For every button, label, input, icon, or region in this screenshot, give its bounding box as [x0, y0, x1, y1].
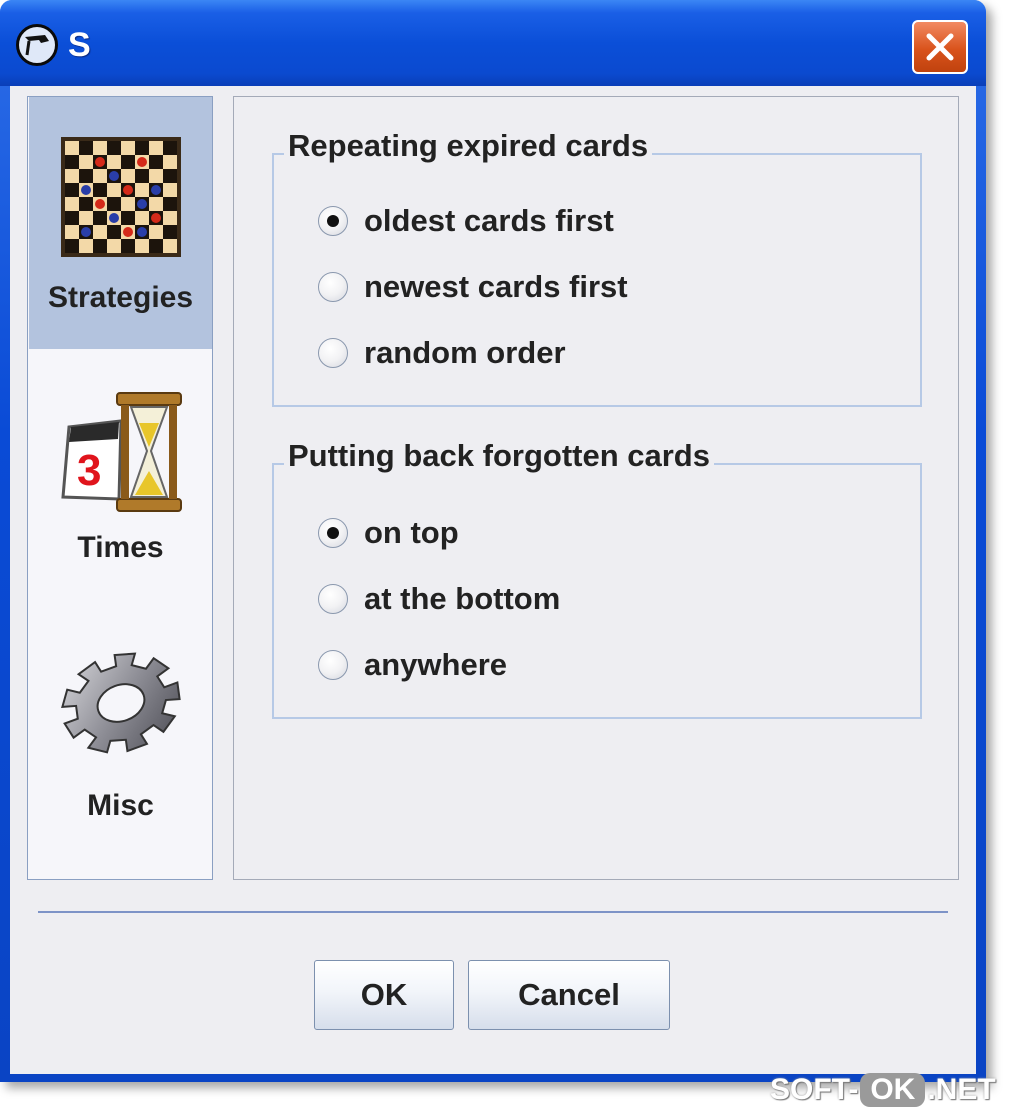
watermark-right: .NET [927, 1073, 996, 1106]
radio-button[interactable] [318, 272, 348, 302]
radio-label[interactable]: anywhere [364, 647, 507, 683]
watermark-left: SOFT- [770, 1073, 859, 1106]
close-icon [926, 33, 954, 61]
app-icon [16, 24, 58, 66]
dialog-body: Strategies 3 Times Misc Repeating expire… [10, 86, 976, 1074]
cancel-button[interactable]: Cancel [468, 960, 670, 1030]
title-bar[interactable]: S [0, 0, 986, 86]
watermark: SOFT- OK .NET [770, 1070, 996, 1110]
sidebar-item-times[interactable]: 3 Times [29, 359, 212, 611]
repeating-expired-cards-group: Repeating expired cards oldest cards fir… [272, 128, 922, 407]
settings-panel: Repeating expired cards oldest cards fir… [233, 96, 959, 880]
radio-button[interactable] [318, 518, 348, 548]
category-sidebar: Strategies 3 Times Misc [27, 96, 213, 880]
radio-label[interactable]: oldest cards first [364, 203, 614, 239]
radio-dot [327, 527, 339, 539]
group-title: Repeating expired cards [284, 128, 653, 164]
radio-label[interactable]: random order [364, 335, 566, 371]
sidebar-item-label: Strategies [47, 281, 194, 314]
sidebar-item-label: Misc [87, 789, 154, 822]
separator [38, 911, 948, 913]
close-button[interactable] [912, 20, 968, 74]
dialog-window: S Strategies 3 Times Misc Repeating expi… [0, 0, 986, 1082]
sidebar-item-misc[interactable]: Misc [29, 613, 212, 865]
radio-label[interactable]: at the bottom [364, 581, 560, 617]
gear-icon [61, 652, 181, 754]
calendar-number: 3 [77, 446, 101, 495]
calendar-hourglass-icon: 3 [61, 392, 182, 512]
window-title: S [68, 26, 91, 64]
watermark-middle: OK [860, 1073, 926, 1107]
radio-button[interactable] [318, 338, 348, 368]
putting-back-forgotten-cards-group: Putting back forgotten cards on top at t… [272, 438, 922, 719]
radio-button[interactable] [318, 650, 348, 680]
sidebar-item-strategies[interactable]: Strategies [29, 97, 212, 349]
radio-dot [327, 215, 339, 227]
radio-label[interactable]: on top [364, 515, 459, 551]
sidebar-item-label: Times [77, 531, 164, 564]
radio-button[interactable] [318, 206, 348, 236]
radio-button[interactable] [318, 584, 348, 614]
radio-label[interactable]: newest cards first [364, 269, 628, 305]
group-title: Putting back forgotten cards [284, 438, 714, 474]
ok-button[interactable]: OK [314, 960, 454, 1030]
chessboard-icon [61, 137, 181, 257]
